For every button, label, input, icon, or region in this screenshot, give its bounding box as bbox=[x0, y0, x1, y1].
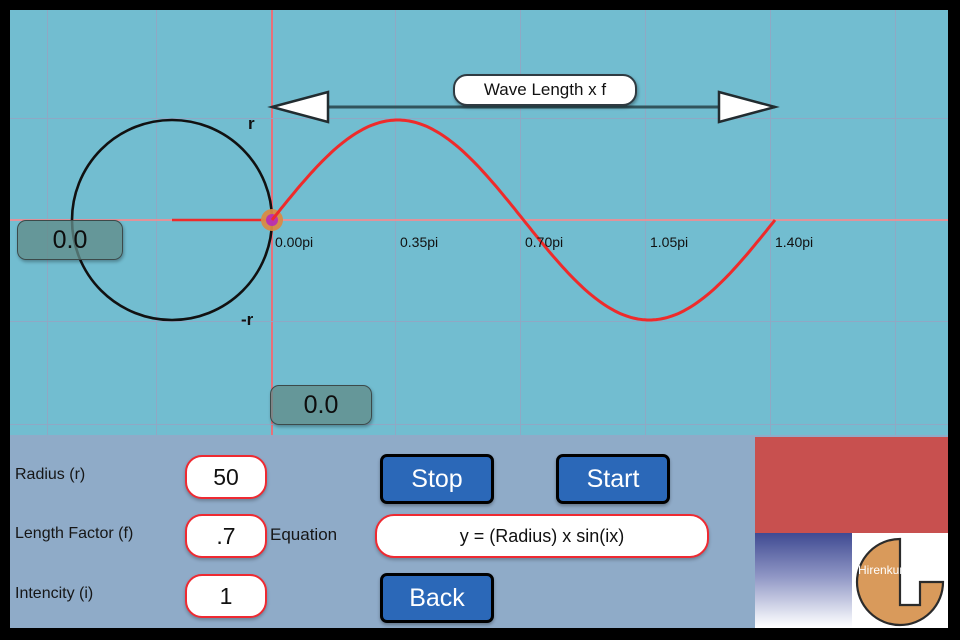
equation-label: Equation bbox=[270, 525, 338, 544]
y-label-r: r bbox=[248, 114, 255, 133]
logo-red-block bbox=[755, 437, 948, 533]
length-factor-label: Length Factor (f) bbox=[15, 525, 134, 542]
logo-pac-icon bbox=[855, 537, 945, 627]
graph-canvas[interactable]: 0.00pi 0.35pi 0.70pi 1.05pi 1.40pi r -r … bbox=[10, 10, 948, 435]
equation-input[interactable]: y = (Radius) x sin(ix) bbox=[375, 514, 709, 558]
x-tick-3: 1.05pi bbox=[650, 234, 689, 250]
wavelength-label: Wave Length x f bbox=[453, 74, 637, 106]
intensity-input[interactable]: 1 bbox=[185, 574, 267, 618]
sine-value-readout: 0.0 bbox=[17, 220, 123, 260]
start-button[interactable]: Start bbox=[556, 454, 670, 504]
intensity-label: Intencity (i) bbox=[15, 585, 94, 602]
x-tick-4: 1.40pi bbox=[775, 234, 814, 250]
radius-label: Radius (r) bbox=[15, 466, 86, 483]
x-tick-1: 0.35pi bbox=[400, 234, 439, 250]
sine-wave bbox=[270, 118, 777, 322]
y-label-neg-r: -r bbox=[241, 310, 254, 329]
app-root: 0.00pi 0.35pi 0.70pi 1.05pi 1.40pi r -r … bbox=[0, 0, 960, 640]
brand-logo: Hirenkumar bbox=[755, 437, 948, 628]
x-tick-2: 0.70pi bbox=[525, 234, 564, 250]
logo-gradient-block bbox=[755, 533, 852, 628]
back-button[interactable]: Back bbox=[380, 573, 494, 623]
length-factor-input[interactable]: .7 bbox=[185, 514, 267, 558]
angle-value-readout: 0.0 bbox=[270, 385, 372, 425]
logo-author-name: Hirenkumar bbox=[858, 563, 921, 577]
stop-button[interactable]: Stop bbox=[380, 454, 494, 504]
x-tick-0: 0.00pi bbox=[275, 234, 314, 250]
radius-input[interactable]: 50 bbox=[185, 455, 267, 499]
